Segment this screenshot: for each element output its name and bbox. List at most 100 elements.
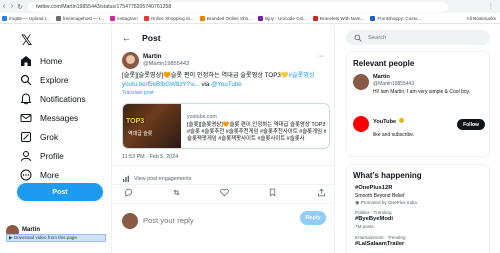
person-icon <box>19 150 32 163</box>
verified-badge-icon <box>398 118 404 123</box>
search-icon <box>19 74 32 87</box>
bookmark-item[interactable]: Bjoy - Unicode Col... <box>258 15 307 21</box>
trend-promoted: ▣ Promoted by OnePlus India <box>355 200 417 205</box>
bookmark-item[interactable]: Frontshoppy: Custo... <box>370 15 421 21</box>
view-engagements-link[interactable]: View post engagements <box>122 175 191 183</box>
divider <box>112 165 334 166</box>
post-timestamp[interactable]: 11:53 PM · Feb 5, 2024 <box>122 154 178 160</box>
repost-icon[interactable] <box>170 188 182 199</box>
bookmark-favicon-icon <box>143 15 149 21</box>
sidebar-item-more[interactable]: More <box>19 168 59 182</box>
sidebar-item-home[interactable]: Home <box>19 54 62 68</box>
share-icon[interactable] <box>315 188 327 199</box>
bookmark-item[interactable]: freeimagehost — I... <box>55 15 104 21</box>
card-title: [슬롯][슬롯영상]🧡슬롯 편이 인정하는 역대급 슬롯영상 TOP3 #슬롯 … <box>187 122 327 142</box>
more-circle-icon <box>19 169 32 182</box>
all-bookmarks-link[interactable]: All Bookmarks <box>467 16 496 21</box>
trend-category: Politics · Trending <box>355 210 392 215</box>
link-preview-card[interactable]: TOP3 역대급 슬롯 youtube.com [슬롯][슬롯영상]🧡슬롯 편이… <box>122 103 330 149</box>
panel-title: Relevant people <box>353 59 415 68</box>
card-domain: youtube.com <box>187 114 217 120</box>
extensions-icon[interactable]: ⋮ <box>488 3 494 10</box>
avatar <box>122 213 138 229</box>
sidebar-item-notifications[interactable]: Notifications <box>19 92 86 106</box>
trend-post-count: 7M posts <box>355 224 374 229</box>
forward-arrow-icon[interactable]: › <box>8 3 16 10</box>
trend-item[interactable]: #ByeByeModi <box>355 216 393 222</box>
bookmark-favicon-icon <box>370 15 376 21</box>
x-logo-icon[interactable]: 𝕏 <box>21 32 32 49</box>
back-arrow-icon[interactable]: ← <box>122 33 131 43</box>
sidebar-item-grok[interactable]: Grok <box>19 130 58 144</box>
bookmark-icon[interactable] <box>267 188 279 199</box>
back-arrow-icon[interactable]: ‹ <box>0 3 8 10</box>
thumbnail-caption: TOP3 <box>126 118 145 125</box>
trend-item[interactable]: #OnePlus12R <box>355 185 392 191</box>
right-sidebar: Relevant people Martin @Martin19855443 H… <box>342 25 492 253</box>
home-icon <box>19 55 32 68</box>
envelope-icon <box>19 112 32 125</box>
bookmark-item[interactable]: Bracelets With Nam... <box>312 15 364 21</box>
avatar[interactable] <box>353 74 369 90</box>
whats-happening-panel: What’s happening #OnePlus12R Smooth Beyo… <box>346 164 490 253</box>
sidebar-item-explore[interactable]: Explore <box>19 73 68 87</box>
search-box[interactable] <box>346 30 490 45</box>
sidebar-item-messages[interactable]: Messages <box>19 111 78 125</box>
reply-input[interactable] <box>143 214 293 226</box>
search-input[interactable] <box>368 34 478 41</box>
panel-title: What’s happening <box>353 171 422 180</box>
left-sidebar: 𝕏 Home Explore Notifications Messages Gr… <box>0 25 110 253</box>
bar-chart-icon <box>123 175 129 182</box>
bookmark-favicon-icon <box>258 15 264 21</box>
person-bio: Hi! Iam Martin, I am very simple & Cool … <box>373 89 471 95</box>
like-icon[interactable] <box>219 188 231 199</box>
person-name[interactable]: YouTube <box>373 118 404 125</box>
search-icon <box>354 34 362 42</box>
download-video-bar[interactable]: ▶ Download video from this page <box>6 234 106 242</box>
bookmark-item[interactable]: Online Shopping Si... <box>143 15 194 21</box>
address-bar[interactable]: twitter.com/Martin19855443/status/175477… <box>28 1 448 12</box>
promoted-icon: ▣ <box>355 200 360 205</box>
post-actions <box>122 188 327 199</box>
follow-button[interactable]: Follow <box>457 119 485 130</box>
thumbnail-subcaption: 역대급 슬롯 <box>128 131 153 137</box>
bookmark-favicon-icon <box>199 15 205 21</box>
bell-icon <box>19 93 32 106</box>
trend-item[interactable]: #LalSalaamTrailer <box>355 241 404 247</box>
bookmark-favicon-icon <box>312 15 318 21</box>
card-thumbnail: TOP3 역대급 슬롯 <box>123 104 181 148</box>
page-title: Post <box>142 33 161 43</box>
person-name[interactable]: Martin <box>373 74 390 80</box>
relevant-people-panel: Relevant people Martin @Martin19855443 H… <box>346 51 490 157</box>
bookmarks-bar: Img88 — Upload I... freeimagehost — I...… <box>0 13 500 24</box>
reload-icon[interactable]: ↻ <box>16 3 24 11</box>
person-handle[interactable]: @Martin19855443 <box>373 81 414 87</box>
translate-post-link[interactable]: Translate post <box>122 90 154 96</box>
reply-button[interactable]: Reply <box>300 211 326 225</box>
browser-toolbar: ‹ › ↻ twitter.com/Martin19855443/status/… <box>0 0 500 13</box>
author-handle[interactable]: @Martin19855443 <box>143 61 189 67</box>
post-detail-column: ← Post Martin @Martin19855443 ··· [슬롯][슬… <box>111 25 335 253</box>
reply-icon[interactable] <box>122 188 134 199</box>
bookmark-favicon-icon <box>110 15 116 21</box>
bookmark-item[interactable]: Instagram <box>110 15 138 21</box>
author-avatar[interactable] <box>122 52 139 69</box>
account-name[interactable]: Martin <box>22 227 40 233</box>
post-button[interactable]: Post <box>17 183 103 201</box>
tweet-url-link[interactable]: youtu.be/f5eBIbGW8zY?si... <box>122 81 200 88</box>
more-options-icon[interactable]: ··· <box>317 53 324 60</box>
mention-link[interactable]: @YouTube <box>211 81 242 88</box>
sidebar-item-profile[interactable]: Profile <box>19 149 64 163</box>
trend-description: Smooth Beyond Belief <box>355 193 405 199</box>
divider <box>112 184 334 185</box>
bookmark-item[interactable]: Img88 — Upload I... <box>2 15 50 21</box>
bookmark-favicon-icon <box>2 15 7 21</box>
bookmark-item[interactable]: Branded Online Sho... <box>199 15 252 21</box>
author-name[interactable]: Martin <box>143 53 162 60</box>
trend-category: Entertainment · Trending <box>355 235 406 240</box>
tweet-text: [슬롯][슬롯영상]🧡슬롯 편이 인정하는 역대급 슬롯영상 TOP3💛#슬롯영… <box>122 72 315 88</box>
divider <box>112 203 334 204</box>
youtube-avatar[interactable] <box>353 116 369 132</box>
hashtag-link[interactable]: #슬롯영상 <box>288 72 314 79</box>
bookmark-favicon-icon <box>55 15 61 21</box>
